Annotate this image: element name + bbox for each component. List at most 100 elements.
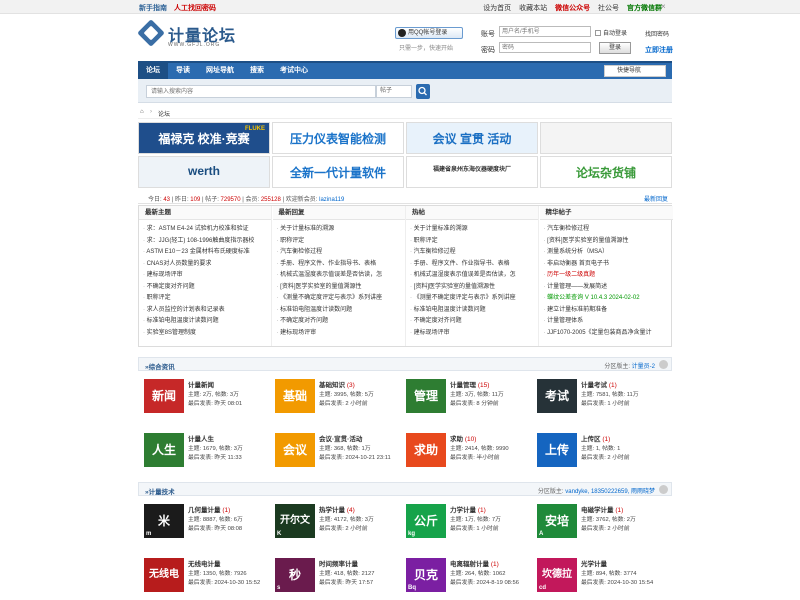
forum-last-post[interactable]: 最后发表: 昨天 08:01 <box>188 398 242 407</box>
forum-item[interactable]: 新闻 计量新闻 主题: 2万, 帖数: 3万 最后发表: 昨天 08:01 <box>138 375 268 419</box>
thread-link[interactable]: 建标现场评审 <box>277 328 405 340</box>
forum-icon[interactable]: 求助 <box>406 433 446 467</box>
thread-link[interactable]: 计量管理——发展简述 <box>544 282 673 294</box>
forum-name-label[interactable]: 热学计量 <box>319 507 345 514</box>
thread-link[interactable]: 标准铂电阻温度计读数问题 <box>410 305 538 317</box>
thread-link[interactable]: 求人员监控的计划表和记录表 <box>143 305 271 317</box>
thread-link[interactable]: 职称评定 <box>277 236 405 248</box>
forum-item[interactable]: 公斤 kg 力学计量 (1) 主题: 1万, 帖数: 7万 最后发表: 1 小时前 <box>400 500 530 544</box>
thread-link[interactable]: 建标现场评审 <box>410 328 538 340</box>
forum-name-label[interactable]: 光学计量 <box>581 561 607 568</box>
recover-password-link[interactable]: 人工找回密码 <box>174 5 216 12</box>
forum-last-post[interactable]: 最后发表: 2 小时前 <box>581 452 630 461</box>
collapse-icon[interactable]: × <box>661 2 670 11</box>
search-input[interactable] <box>146 85 376 98</box>
forum-last-post[interactable]: 最后发表: 昨天 08:08 <box>188 523 242 532</box>
forum-icon[interactable]: 坎德拉 cd <box>537 558 577 592</box>
quick-nav-button[interactable]: 快捷导航 <box>604 65 666 77</box>
forum-name-label[interactable]: 计量考试 <box>581 382 607 389</box>
forum-name[interactable]: 几何量计量 (1) <box>188 504 230 514</box>
forum-last-post[interactable]: 最后发表: 1 小时前 <box>450 523 499 532</box>
thread-link[interactable]: 手册、程序文件、作业指导书、表格 <box>277 259 405 271</box>
forum-name-label[interactable]: 时间频率计量 <box>319 561 358 568</box>
forum-name-label[interactable]: 基础知识 <box>319 382 345 389</box>
thread-link[interactable]: 机械式温湿度表示值误差是否估读，怎 <box>410 270 538 282</box>
forum-name[interactable]: 计量人生 <box>188 433 214 443</box>
thread-link[interactable]: 职称评定 <box>410 236 538 248</box>
thread-link[interactable]: 测量系统分析（MSA） <box>544 247 673 259</box>
forum-item[interactable]: 米 m 几何量计量 (1) 主题: 8887, 帖数: 6万 最后发表: 昨天 08:0… <box>138 500 268 544</box>
forum-last-post[interactable]: 最后发表: 1 小时前 <box>581 398 630 407</box>
forum-name-label[interactable]: 计量新闻 <box>188 382 214 389</box>
forum-icon[interactable]: 米m <box>144 504 184 538</box>
thread-link[interactable]: 职称评定 <box>143 293 271 305</box>
thread-link[interactable]: 不确定度对齐问题 <box>410 316 538 328</box>
banner-ad[interactable]: 福建省泉州东海仪器硬度块厂 <box>406 156 538 188</box>
forum-name[interactable]: 热学计量 (4) <box>319 504 355 514</box>
login-button[interactable]: 登录 <box>599 42 631 54</box>
forum-name-label[interactable]: 几何量计量 <box>188 507 221 514</box>
forum-item[interactable]: 秒 s 时间频率计量 主题: 418, 帖数: 2127 最后发表: 昨天 17:57 <box>269 554 399 598</box>
banner-ad[interactable]: 全新一代计量软件 <box>272 156 404 188</box>
thread-link[interactable]: 关于计量标准的溯源 <box>277 224 405 236</box>
forum-name[interactable]: 电磁学计量 (1) <box>581 504 623 514</box>
forum-last-post[interactable]: 最后发表: 半小时前 <box>450 452 500 461</box>
register-link[interactable]: 立即注册 <box>645 45 673 55</box>
forum-last-post[interactable]: 最后发表: 2 小时前 <box>319 523 368 532</box>
collapse-icon[interactable] <box>659 360 668 369</box>
forum-last-post[interactable]: 最后发表: 2024-10-21 23:11 <box>319 452 391 461</box>
thread-link[interactable]: 不确定度对齐问题 <box>143 282 271 294</box>
nav-search[interactable]: 搜索 <box>242 63 272 79</box>
set-homepage-link[interactable]: 设为首页 <box>483 5 511 12</box>
forum-icon[interactable]: 基础 <box>275 379 315 413</box>
search-type-select[interactable]: 帖子 <box>376 85 412 98</box>
forum-name-label[interactable]: 电磁学计量 <box>581 507 614 514</box>
forum-last-post[interactable]: 最后发表: 昨天 11:33 <box>188 452 242 461</box>
account-input[interactable] <box>499 26 591 37</box>
banner-ad[interactable] <box>540 122 672 154</box>
thread-link[interactable]: ASTM E10－23 金属材料布氏硬度标准 <box>143 247 271 259</box>
society-link[interactable]: 社公号 <box>598 5 619 12</box>
thread-link[interactable]: [资料]医学实验室的量值溯源性 <box>410 282 538 294</box>
forgot-password-link[interactable]: 找回密码 <box>645 29 669 38</box>
thread-link[interactable]: 汽车衡检修过程 <box>410 247 538 259</box>
forum-name[interactable]: 求助 (10) <box>450 433 476 443</box>
forum-item[interactable]: 求助 求助 (10) 主题: 2414, 帖数: 9990 最后发表: 半小时前 <box>400 429 530 473</box>
forum-last-post[interactable]: 最后发表: 2024-8-19 08:56 <box>450 577 519 586</box>
forum-last-post[interactable]: 最后发表: 2 小时前 <box>319 398 368 407</box>
thread-link[interactable]: JJF1070-2005《定量包装商品净含量计 <box>544 328 673 340</box>
forum-last-post[interactable]: 最后发表: 2024-10-30 15:54 <box>581 577 653 586</box>
nav-sites[interactable]: 网址导航 <box>198 63 242 79</box>
thread-link[interactable]: 关于计量标准的溯源 <box>410 224 538 236</box>
forum-name[interactable]: 光学计量 <box>581 558 607 568</box>
wechat-group-link[interactable]: 官方微信群 <box>627 5 662 12</box>
thread-link[interactable]: CNAS对人员数量的要求 <box>143 259 271 271</box>
forum-name-label[interactable]: 力学计量 <box>450 507 476 514</box>
thread-link[interactable]: 机械式温湿度表示值误差是否估读，怎 <box>277 270 405 282</box>
thread-link[interactable]: 汽车衡检修过程 <box>544 224 673 236</box>
thread-link[interactable]: 手册、程序文件、作业指导书、表格 <box>410 259 538 271</box>
forum-name[interactable]: 时间频率计量 <box>319 558 358 568</box>
forum-icon[interactable]: 公斤 kg <box>406 504 446 538</box>
forum-item[interactable]: 会议 会议·宣贯·活动 主题: 368, 帖数: 1万 最后发表: 2024-10-… <box>269 429 399 473</box>
site-logo[interactable]: 计量论坛 WWW.GFJL.ORG <box>137 19 238 54</box>
forum-name[interactable]: 计量新闻 <box>188 379 214 389</box>
thread-link[interactable]: 汽车衡检修过程 <box>277 247 405 259</box>
forum-last-post[interactable]: 最后发表: 昨天 17:57 <box>319 577 373 586</box>
latest-replies-link[interactable]: 最新回复 <box>644 194 668 203</box>
auto-login-checkbox[interactable]: 自动登录 <box>595 28 627 37</box>
thread-link[interactable]: 实验室8S管理制度 <box>143 328 271 340</box>
banner-ad[interactable]: 会议 宣贯 活动 <box>406 122 538 154</box>
thread-link[interactable]: 非启动衡器 首页电子书 <box>544 259 673 271</box>
forum-icon[interactable]: 贝克 Bq <box>406 558 446 592</box>
bookmark-link[interactable]: 收藏本站 <box>519 5 547 12</box>
thread-link[interactable]: 建立计量标准前期准备 <box>544 305 673 317</box>
forum-icon[interactable]: 考试 <box>537 379 577 413</box>
forum-name[interactable]: 计量管理 (15) <box>450 379 489 389</box>
banner-ad[interactable]: werth <box>138 156 270 188</box>
forum-icon[interactable]: 人生 <box>144 433 184 467</box>
forum-item[interactable]: 管理 计量管理 (15) 主题: 3万, 帖数: 11万 最后发表: 8 分钟前 <box>400 375 530 419</box>
forum-name[interactable]: 上传区 (1) <box>581 433 610 443</box>
section-header[interactable]: »综合资讯 分区版主: 计量员-2 <box>138 357 672 371</box>
search-button[interactable] <box>416 84 430 99</box>
